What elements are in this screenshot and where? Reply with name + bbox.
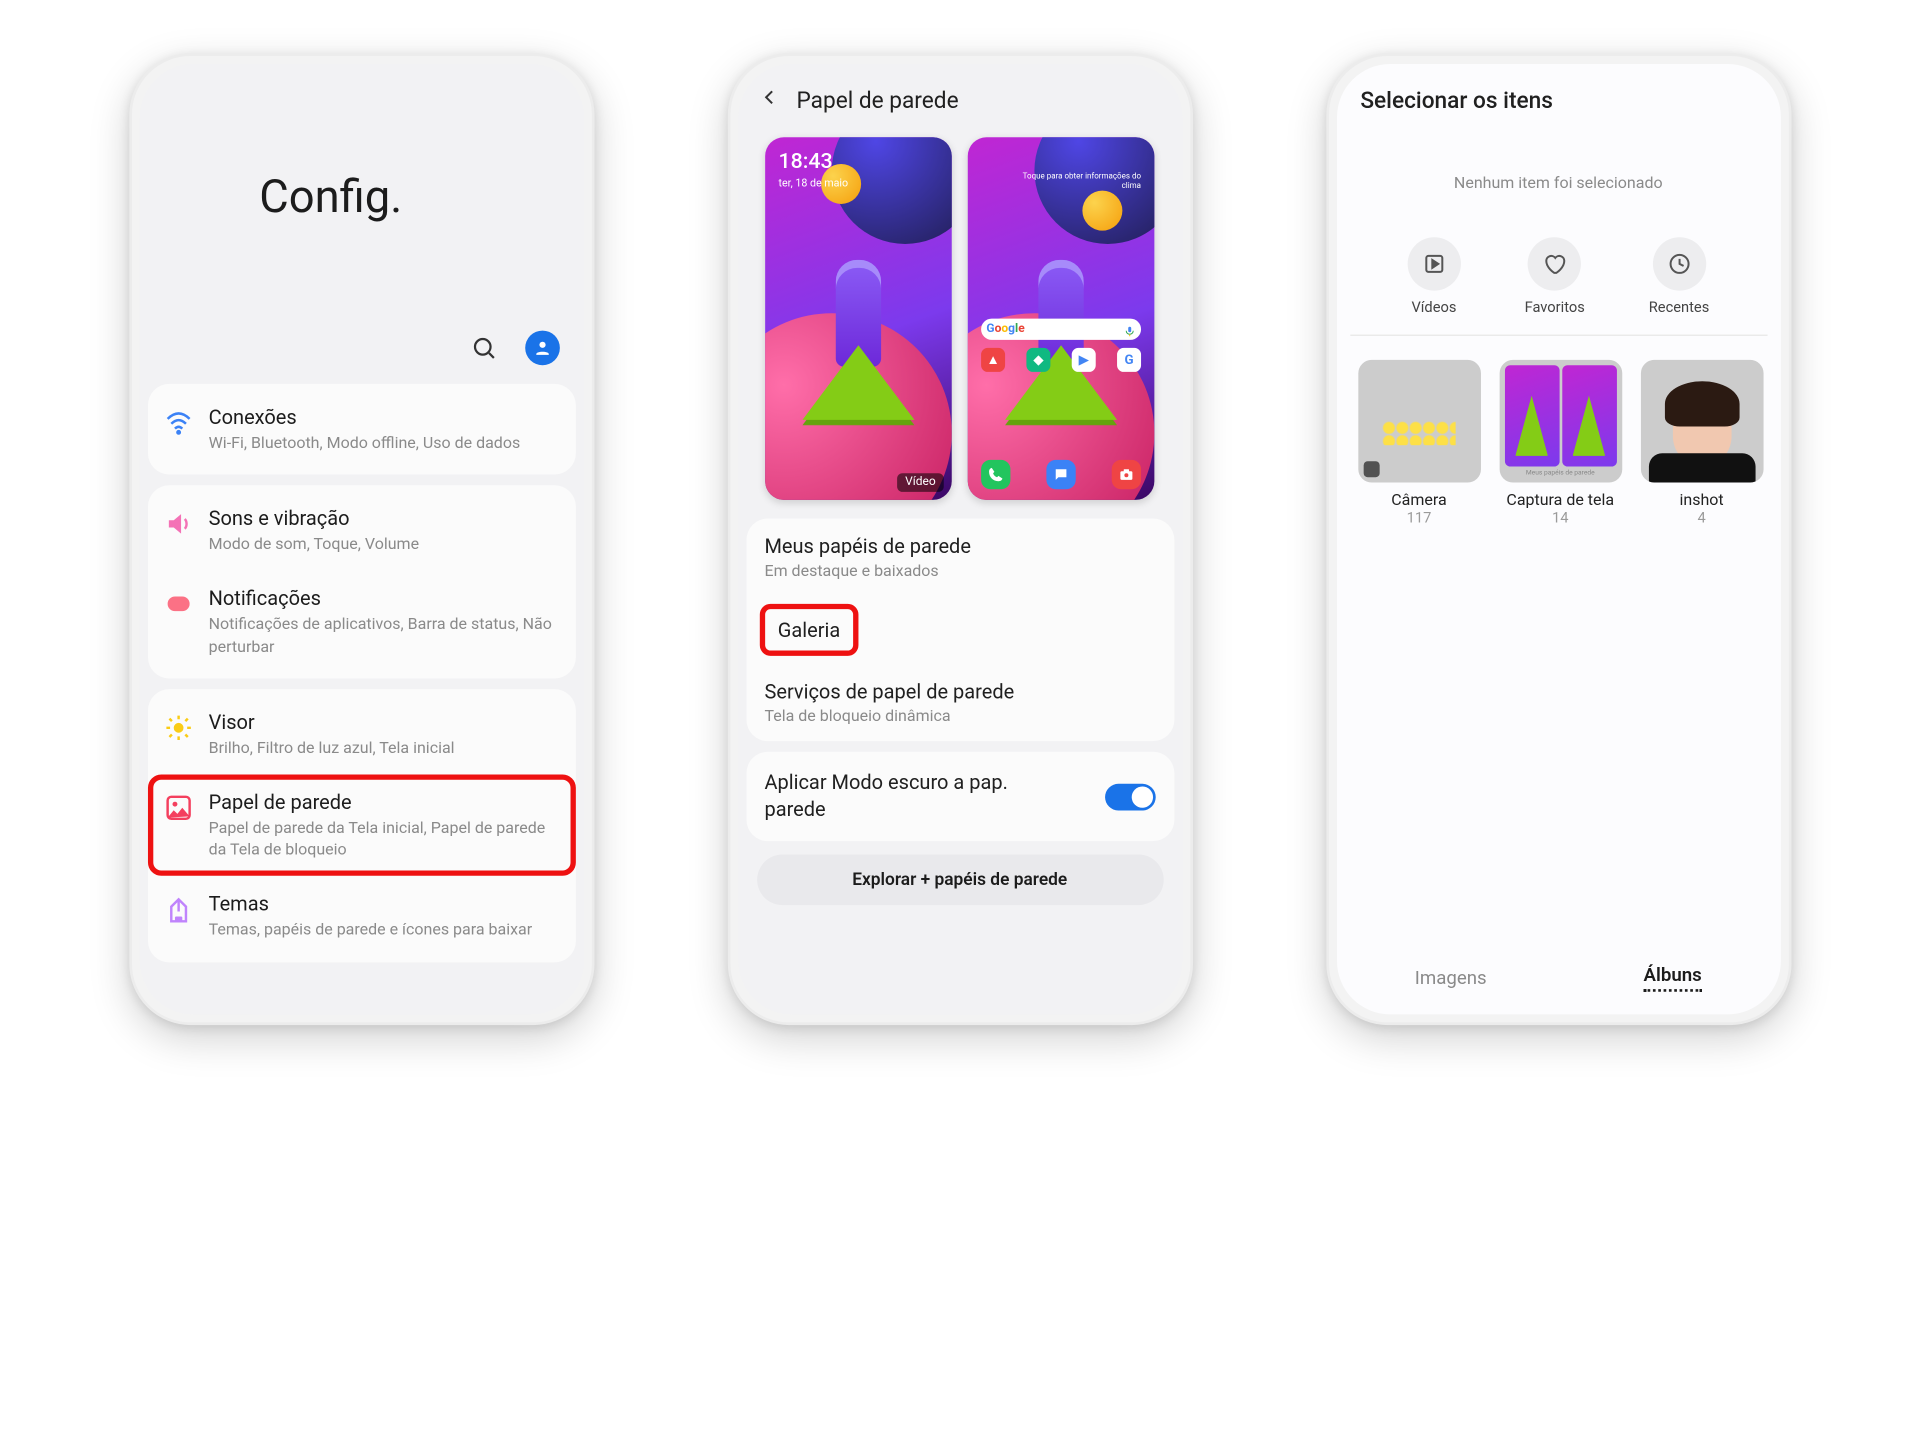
album-label: inshot bbox=[1679, 491, 1723, 510]
back-icon[interactable] bbox=[756, 85, 780, 116]
album-count: 117 bbox=[1407, 509, 1432, 526]
settings-item-display[interactable]: Visor Brilho, Filtro de luz azul, Tela i… bbox=[147, 694, 575, 774]
messages-app-icon bbox=[1046, 460, 1075, 489]
settings-item-sub: Temas, papéis de parede e ícones para ba… bbox=[209, 919, 560, 941]
phone-settings: Config. Conexões bbox=[129, 53, 594, 1025]
album-screenshots[interactable]: Meus papéis de parede Captura de tela 14 bbox=[1499, 360, 1622, 527]
page-title: Selecionar os itens bbox=[1360, 88, 1756, 115]
phone-wallpaper: Papel de parede 18:43 ter, 18 de maio Ví… bbox=[727, 53, 1192, 1025]
settings-item-title: Sons e vibração bbox=[209, 507, 560, 531]
row-title: Serviços de papel de parede bbox=[764, 680, 1155, 704]
thumb-caption: Meus papéis de parede bbox=[1504, 469, 1616, 477]
filter-label: Vídeos bbox=[1411, 299, 1456, 316]
settings-item-title: Notificações bbox=[209, 587, 560, 611]
phone-gallery-picker: Selecionar os itens Nenhum item foi sele… bbox=[1326, 53, 1791, 1025]
wifi-icon bbox=[163, 408, 192, 437]
google-icon: G bbox=[1117, 348, 1141, 372]
wallpaper-sources: Meus papéis de parede Em destaque e baix… bbox=[746, 519, 1174, 742]
filter-row: Vídeos Favoritos Recentes bbox=[1350, 237, 1767, 336]
bottom-tabs: Imagens Álbuns bbox=[1336, 942, 1780, 1014]
heart-icon bbox=[1528, 237, 1581, 290]
profile-icon[interactable] bbox=[525, 331, 560, 366]
phone-app-icon bbox=[981, 460, 1010, 489]
album-label: Câmera bbox=[1391, 491, 1446, 510]
settings-item-wallpaper[interactable]: Papel de parede Papel de parede da Tela … bbox=[147, 774, 575, 876]
weather-hint: Toque para obter informações do clima bbox=[1021, 172, 1141, 191]
wallpaper-previews: 18:43 ter, 18 de maio Vídeo Toque para o… bbox=[738, 129, 1182, 518]
brightness-icon bbox=[163, 713, 192, 742]
tab-images[interactable]: Imagens bbox=[1415, 968, 1487, 989]
album-thumb bbox=[1640, 360, 1763, 483]
clock-icon bbox=[1652, 237, 1705, 290]
topbar: Selecionar os itens bbox=[1336, 64, 1780, 123]
dock bbox=[981, 460, 1141, 489]
settings-list: Conexões Wi-Fi, Bluetooth, Modo offline,… bbox=[139, 384, 583, 962]
filter-favorites[interactable]: Favoritos bbox=[1525, 237, 1585, 316]
themes-icon bbox=[163, 895, 192, 924]
row-sub: Tela de bloqueio dinâmica bbox=[764, 706, 1155, 725]
row-title: Aplicar Modo escuro a pap. parede bbox=[764, 770, 1044, 822]
app-icon: ◆ bbox=[1026, 348, 1050, 372]
row-sub: Em destaque e baixados bbox=[764, 561, 1155, 580]
filter-label: Favoritos bbox=[1525, 299, 1585, 316]
notifications-icon bbox=[163, 590, 192, 619]
settings-item-themes[interactable]: Temas Temas, papéis de parede e ícones p… bbox=[147, 876, 575, 956]
row-gallery[interactable]: Galeria bbox=[759, 604, 859, 656]
row-title: Galeria bbox=[778, 619, 840, 643]
search-icon[interactable] bbox=[466, 331, 501, 366]
album-thumb bbox=[1358, 360, 1481, 483]
row-dark-mode[interactable]: Aplicar Modo escuro a pap. parede bbox=[746, 752, 1174, 841]
dark-mode-toggle[interactable] bbox=[1104, 783, 1155, 810]
album-inshot[interactable]: inshot 4 bbox=[1640, 360, 1763, 527]
preview-lockscreen[interactable]: 18:43 ter, 18 de maio Vídeo bbox=[765, 137, 952, 500]
sound-icon bbox=[163, 509, 192, 538]
play-icon bbox=[1407, 237, 1460, 290]
google-search-bar: Google bbox=[981, 319, 1141, 340]
album-camera[interactable]: Câmera 117 bbox=[1358, 360, 1481, 527]
page-title: Papel de parede bbox=[796, 87, 958, 114]
filter-recents[interactable]: Recentes bbox=[1649, 237, 1710, 316]
explore-more-button[interactable]: Explorar + papéis de parede bbox=[756, 854, 1163, 905]
lock-date: ter, 18 de maio bbox=[778, 177, 848, 189]
album-count: 4 bbox=[1697, 509, 1705, 526]
filter-label: Recentes bbox=[1649, 299, 1710, 316]
settings-item-connections[interactable]: Conexões Wi-Fi, Bluetooth, Modo offline,… bbox=[147, 389, 575, 469]
preview-homescreen[interactable]: Toque para obter informações do clima Go… bbox=[968, 137, 1155, 500]
settings-item-title: Visor bbox=[209, 710, 560, 734]
settings-item-sub: Modo de som, Toque, Volume bbox=[209, 533, 560, 555]
settings-item-title: Conexões bbox=[209, 405, 560, 429]
home-apps-row: ▲ ◆ ▶ G bbox=[981, 348, 1141, 372]
wallpaper-icon bbox=[163, 793, 192, 822]
page-title: Config. bbox=[139, 64, 583, 331]
filter-videos[interactable]: Vídeos bbox=[1407, 237, 1460, 316]
app-icon: ▲ bbox=[981, 348, 1005, 372]
settings-item-notifications[interactable]: Notificações Notificações de aplicativos… bbox=[147, 571, 575, 673]
album-thumb: Meus papéis de parede bbox=[1499, 360, 1622, 483]
album-label: Captura de tela bbox=[1506, 491, 1614, 510]
settings-item-sub: Wi-Fi, Bluetooth, Modo offline, Uso de d… bbox=[209, 432, 560, 454]
mic-icon bbox=[1124, 317, 1136, 342]
settings-item-sub: Notificações de aplicativos, Barra de st… bbox=[209, 614, 560, 657]
settings-item-title: Papel de parede bbox=[209, 790, 560, 814]
row-my-wallpapers[interactable]: Meus papéis de parede Em destaque e baix… bbox=[746, 519, 1174, 596]
dark-mode-card: Aplicar Modo escuro a pap. parede bbox=[746, 752, 1174, 841]
settings-item-sounds[interactable]: Sons e vibração Modo de som, Toque, Volu… bbox=[147, 491, 575, 571]
selection-empty-hint: Nenhum item foi selecionado bbox=[1336, 123, 1780, 238]
lock-time: 18:43 bbox=[778, 151, 832, 172]
albums-grid: Câmera 117 Meus papéis de parede Captura… bbox=[1336, 336, 1780, 551]
tab-albums[interactable]: Álbuns bbox=[1644, 965, 1702, 992]
row-title: Meus papéis de parede bbox=[764, 535, 1155, 559]
settings-item-title: Temas bbox=[209, 892, 560, 916]
row-wallpaper-services[interactable]: Serviços de papel de parede Tela de bloq… bbox=[746, 664, 1174, 741]
settings-item-sub: Brilho, Filtro de luz azul, Tela inicial bbox=[209, 737, 560, 759]
video-badge: Vídeo bbox=[897, 473, 944, 492]
settings-item-sub: Papel de parede da Tela inicial, Papel d… bbox=[209, 817, 560, 860]
camera-app-icon bbox=[1112, 460, 1141, 489]
header-actions bbox=[139, 331, 583, 384]
topbar: Papel de parede bbox=[738, 64, 1182, 129]
play-store-icon: ▶ bbox=[1072, 348, 1096, 372]
album-count: 14 bbox=[1552, 509, 1568, 526]
